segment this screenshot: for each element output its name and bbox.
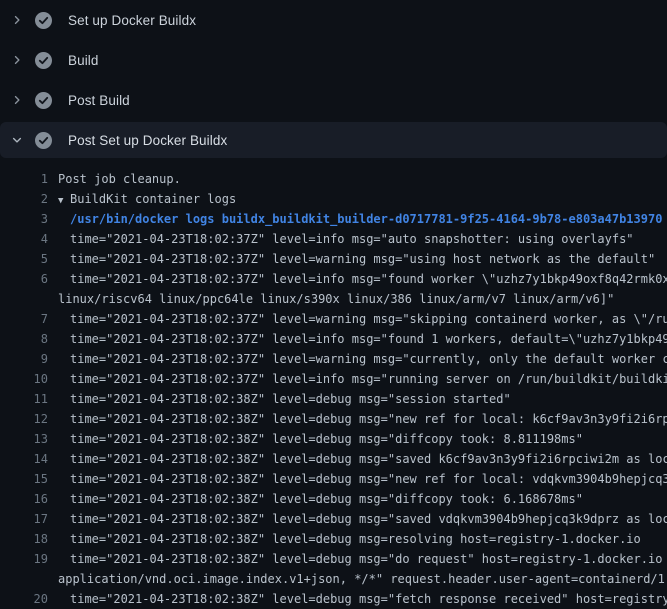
log-line-12: 12 time="2021-04-23T18:02:38Z" level=debu…	[0, 409, 667, 429]
log-line-text: time="2021-04-23T18:02:38Z" level=debug …	[58, 429, 583, 449]
log-line-number[interactable]: 3	[0, 209, 48, 229]
log-group-title[interactable]: BuildKit container logs	[70, 192, 236, 206]
step-row-build[interactable]: Build	[0, 40, 667, 80]
log-line-continuation: linux/riscv64 linux/ppc64le linux/s390x …	[0, 289, 667, 309]
log-line-text: time="2021-04-23T18:02:38Z" level=debug …	[58, 589, 667, 609]
log-line-text: time="2021-04-23T18:02:37Z" level=info m…	[58, 369, 667, 389]
log-line-number[interactable]: 1	[0, 169, 48, 189]
log-line-text: time="2021-04-23T18:02:38Z" level=debug …	[58, 409, 667, 429]
check-circle-icon	[35, 12, 52, 29]
chevron-right-icon	[10, 53, 24, 67]
log-line-number[interactable]: 2	[0, 189, 48, 209]
log-line-text: application/vnd.oci.image.index.v1+json,…	[58, 569, 667, 589]
log-line-text: time="2021-04-23T18:02:37Z" level=info m…	[58, 229, 634, 249]
log-line-text: time="2021-04-23T18:02:38Z" level=debug …	[58, 509, 667, 529]
log-line-number[interactable]: 8	[0, 329, 48, 349]
log-line-4: 4 time="2021-04-23T18:02:37Z" level=info …	[0, 229, 667, 249]
log-line-14: 14 time="2021-04-23T18:02:38Z" level=debu…	[0, 449, 667, 469]
log-line-number[interactable]: 14	[0, 449, 48, 469]
log-line-3: 3/usr/bin/docker logs buildx_buildkit_bu…	[0, 209, 667, 229]
log-line-text: Post job cleanup.	[58, 169, 181, 189]
log-line-text: time="2021-04-23T18:02:38Z" level=debug …	[58, 449, 667, 469]
log-line-text: time="2021-04-23T18:02:38Z" level=debug …	[58, 389, 511, 409]
log-line-number[interactable]: 16	[0, 489, 48, 509]
log-line-text: time="2021-04-23T18:02:37Z" level=warnin…	[58, 309, 667, 329]
log-line-continuation: application/vnd.oci.image.index.v1+json,…	[0, 569, 667, 589]
log-line-number[interactable]: 18	[0, 529, 48, 549]
log-line-text: time="2021-04-23T18:02:37Z" level=info m…	[58, 329, 667, 349]
log-line-number[interactable]: 20	[0, 589, 48, 609]
chevron-right-icon	[10, 13, 24, 27]
log-line-number[interactable]: 5	[0, 249, 48, 269]
log-line-2: 2 ▼BuildKit container logs	[0, 189, 667, 209]
log-line-text: time="2021-04-23T18:02:38Z" level=debug …	[58, 529, 641, 549]
step-row-post-build[interactable]: Post Build	[0, 80, 667, 120]
step-label: Build	[68, 53, 99, 68]
log-line-number	[0, 569, 48, 589]
log-line-number[interactable]: 11	[0, 389, 48, 409]
log-line-text: time="2021-04-23T18:02:38Z" level=debug …	[58, 469, 667, 489]
step-label: Set up Docker Buildx	[68, 13, 196, 28]
log-line-number[interactable]: 17	[0, 509, 48, 529]
log-line-7: 7 time="2021-04-23T18:02:37Z" level=warni…	[0, 309, 667, 329]
log-line-number[interactable]: 7	[0, 309, 48, 329]
log-line-20: 20 time="2021-04-23T18:02:38Z" level=debu…	[0, 589, 667, 609]
log-line-text: linux/riscv64 linux/ppc64le linux/s390x …	[58, 289, 614, 309]
step-row-post-set-up-docker-buildx[interactable]: Post Set up Docker Buildx	[0, 122, 667, 158]
log-line-6: 6 time="2021-04-23T18:02:37Z" level=info …	[0, 269, 667, 289]
log-line-number	[0, 289, 48, 309]
log-line-number[interactable]: 9	[0, 349, 48, 369]
log-line-9: 9 time="2021-04-23T18:02:37Z" level=warni…	[0, 349, 667, 369]
log-line-8: 8 time="2021-04-23T18:02:37Z" level=info …	[0, 329, 667, 349]
log-command-text: /usr/bin/docker logs buildx_buildkit_bui…	[58, 209, 662, 229]
log-line-10: 10 time="2021-04-23T18:02:37Z" level=info…	[0, 369, 667, 389]
log-line-16: 16 time="2021-04-23T18:02:38Z" level=debu…	[0, 489, 667, 509]
log-line-number[interactable]: 4	[0, 229, 48, 249]
step-list: Set up Docker Buildx Build Post Build Post …	[0, 0, 667, 158]
log-line-number[interactable]: 12	[0, 409, 48, 429]
step-label: Post Build	[68, 93, 130, 108]
log-line-number[interactable]: 15	[0, 469, 48, 489]
log-line-text: time="2021-04-23T18:02:37Z" level=warnin…	[58, 249, 655, 269]
log-line-19: 19 time="2021-04-23T18:02:38Z" level=debu…	[0, 549, 667, 569]
log-line-18: 18 time="2021-04-23T18:02:38Z" level=debu…	[0, 529, 667, 549]
log-line-1: 1 Post job cleanup.	[0, 169, 667, 189]
log-line-text: time="2021-04-23T18:02:38Z" level=debug …	[58, 489, 583, 509]
log-line-text: time="2021-04-23T18:02:37Z" level=info m…	[58, 269, 667, 289]
log-viewer: 1 Post job cleanup. 2 ▼BuildKit container l…	[0, 160, 667, 609]
log-line-text: time="2021-04-23T18:02:37Z" level=warnin…	[58, 349, 667, 369]
log-line-number[interactable]: 13	[0, 429, 48, 449]
log-group-toggle-icon[interactable]: ▼	[58, 191, 70, 211]
log-line-text: time="2021-04-23T18:02:38Z" level=debug …	[58, 549, 667, 569]
log-line-number[interactable]: 6	[0, 269, 48, 289]
log-line-13: 13 time="2021-04-23T18:02:38Z" level=debu…	[0, 429, 667, 449]
check-circle-icon	[35, 132, 52, 149]
step-row-set-up-docker-buildx[interactable]: Set up Docker Buildx	[0, 0, 667, 40]
chevron-right-icon	[10, 93, 24, 107]
log-line-text: ▼BuildKit container logs	[58, 189, 236, 209]
log-line-11: 11 time="2021-04-23T18:02:38Z" level=debu…	[0, 389, 667, 409]
log-line-15: 15 time="2021-04-23T18:02:38Z" level=debu…	[0, 469, 667, 489]
log-line-number[interactable]: 19	[0, 549, 48, 569]
step-label: Post Set up Docker Buildx	[68, 133, 227, 148]
chevron-down-icon	[10, 133, 24, 147]
log-line-17: 17 time="2021-04-23T18:02:38Z" level=debu…	[0, 509, 667, 529]
log-line-5: 5 time="2021-04-23T18:02:37Z" level=warni…	[0, 249, 667, 269]
log-line-number[interactable]: 10	[0, 369, 48, 389]
check-circle-icon	[35, 52, 52, 69]
check-circle-icon	[35, 92, 52, 109]
